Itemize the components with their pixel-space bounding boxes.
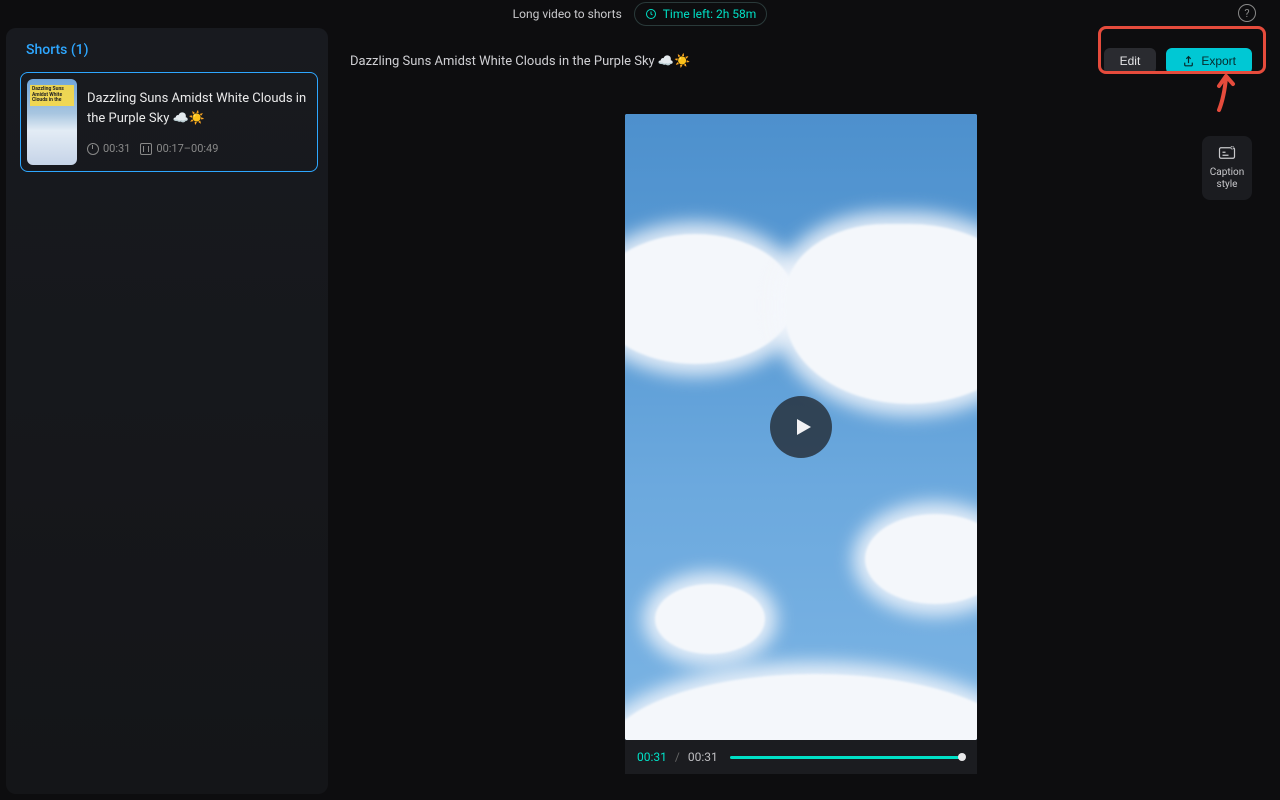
main-pane: Dazzling Suns Amidst White Clouds in the… (328, 28, 1274, 794)
sidebar: Shorts (1) Dazzling Suns Amidst White Cl… (6, 28, 328, 794)
caption-style-label: Caption style (1202, 167, 1252, 192)
export-button[interactable]: Export (1166, 48, 1252, 74)
edit-button[interactable]: Edit (1104, 48, 1157, 74)
sidebar-title: Shorts (1) (26, 42, 318, 58)
export-button-label: Export (1201, 54, 1236, 68)
app-body: Shorts (1) Dazzling Suns Amidst White Cl… (0, 28, 1280, 800)
progress-thumb[interactable] (958, 753, 966, 761)
video-frame[interactable] (625, 114, 977, 740)
top-bar: Long video to shorts Time left: 2h 58m ? (0, 0, 1280, 28)
play-button[interactable] (770, 396, 832, 458)
play-icon (791, 415, 815, 439)
clock-icon (87, 143, 99, 155)
clip-thumbnail: Dazzling Suns Amidst White Clouds in the (27, 79, 77, 165)
caption-style-icon (1218, 145, 1236, 161)
annotation-arrow-icon (1213, 74, 1239, 114)
export-icon (1182, 55, 1195, 68)
clip-times: 00:31 00:17–00:49 (87, 142, 311, 155)
progress-slider[interactable] (730, 756, 963, 759)
main-header: Dazzling Suns Amidst White Clouds in the… (350, 46, 1252, 76)
video-content-cloud (655, 584, 765, 654)
time-left-text: Time left: 2h 58m (663, 7, 757, 21)
video-area: 00:31 / 00:31 (625, 114, 977, 774)
clock-icon (645, 8, 657, 20)
time-total: 00:31 (688, 750, 718, 764)
clip-range: 00:17–00:49 (156, 142, 218, 155)
video-title: Dazzling Suns Amidst White Clouds in the… (350, 54, 690, 69)
clip-duration: 00:31 (103, 142, 130, 155)
clip-title: Dazzling Suns Amidst White Clouds in the… (87, 89, 311, 128)
time-separator: / (675, 750, 680, 764)
time-current: 00:31 (637, 750, 667, 764)
edit-button-label: Edit (1120, 54, 1141, 68)
header-actions: Edit Export (1104, 48, 1252, 74)
help-icon[interactable]: ? (1238, 4, 1256, 22)
time-left-pill: Time left: 2h 58m (634, 2, 768, 26)
film-icon (140, 143, 152, 155)
clip-thumb-overlay-text: Dazzling Suns Amidst White Clouds in the (30, 85, 74, 106)
clip-card[interactable]: Dazzling Suns Amidst White Clouds in the… (20, 72, 318, 172)
breadcrumb-text: Long video to shorts (513, 7, 622, 21)
clip-meta: Dazzling Suns Amidst White Clouds in the… (87, 79, 311, 165)
video-controls: 00:31 / 00:31 (625, 740, 977, 774)
caption-style-button[interactable]: Caption style (1202, 136, 1252, 200)
